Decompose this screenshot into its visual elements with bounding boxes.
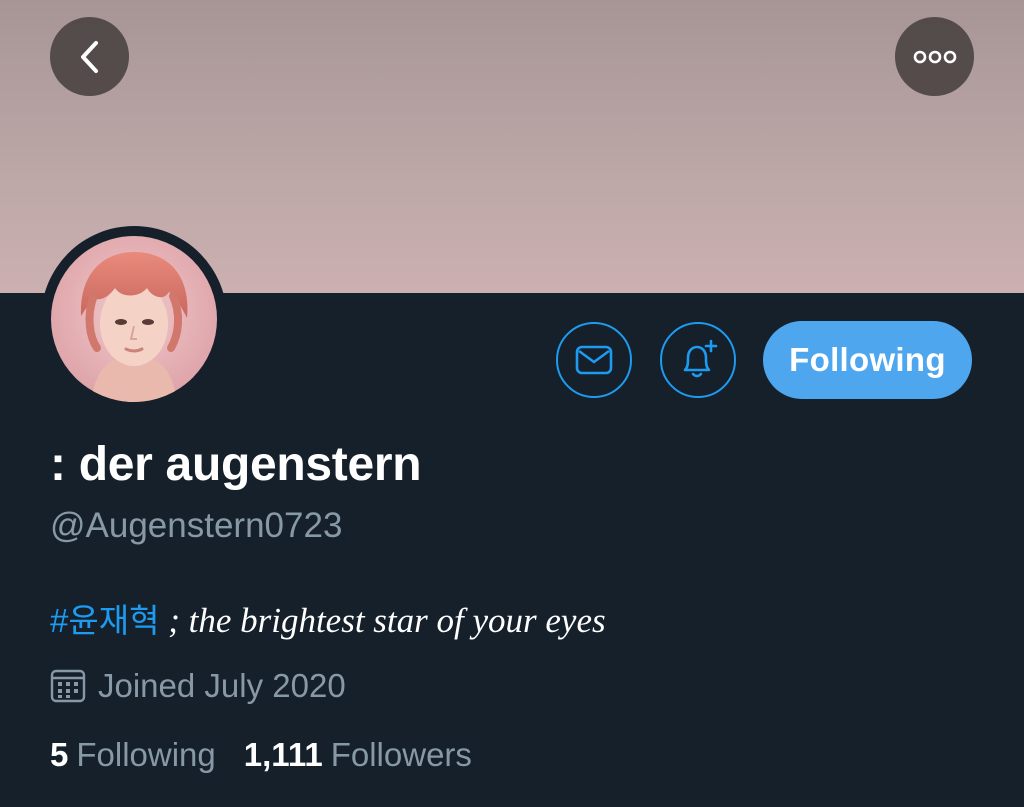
follow-stats: 5 Following 1,111 Followers (50, 736, 472, 774)
message-button[interactable] (556, 322, 632, 398)
joined-label: Joined July 2020 (98, 667, 346, 704)
followers-label: Followers (330, 736, 472, 773)
following-button[interactable]: Following (763, 321, 972, 399)
more-horizontal-icon (913, 50, 956, 63)
following-label: Following (76, 736, 216, 773)
bell-plus-icon (683, 339, 718, 378)
notifications-button[interactable] (660, 322, 736, 398)
display-name: : der augenstern (50, 438, 422, 491)
envelope-icon (575, 345, 613, 375)
profile-photo (51, 236, 217, 402)
bio-hashtag-link[interactable]: #윤재혁 (50, 602, 159, 639)
following-count-link[interactable]: 5 Following (50, 736, 216, 774)
avatar-frame (41, 226, 227, 412)
followers-count: 1,111 (243, 736, 323, 773)
more-options-button[interactable] (895, 17, 974, 96)
profile-bio: #윤재혁 ; the brightest star of your eyes (50, 594, 606, 642)
bio-text: ; the brightest star of your eyes (159, 601, 606, 640)
calendar-icon (50, 669, 86, 703)
avatar[interactable] (51, 236, 217, 402)
chevron-left-icon (80, 40, 98, 73)
following-count: 5 (50, 736, 69, 773)
back-button[interactable] (50, 17, 129, 96)
joined-date: Joined July 2020 (50, 666, 346, 706)
followers-count-link[interactable]: 1,111 Followers (244, 736, 472, 774)
username-handle: @Augenstern0723 (50, 506, 343, 545)
